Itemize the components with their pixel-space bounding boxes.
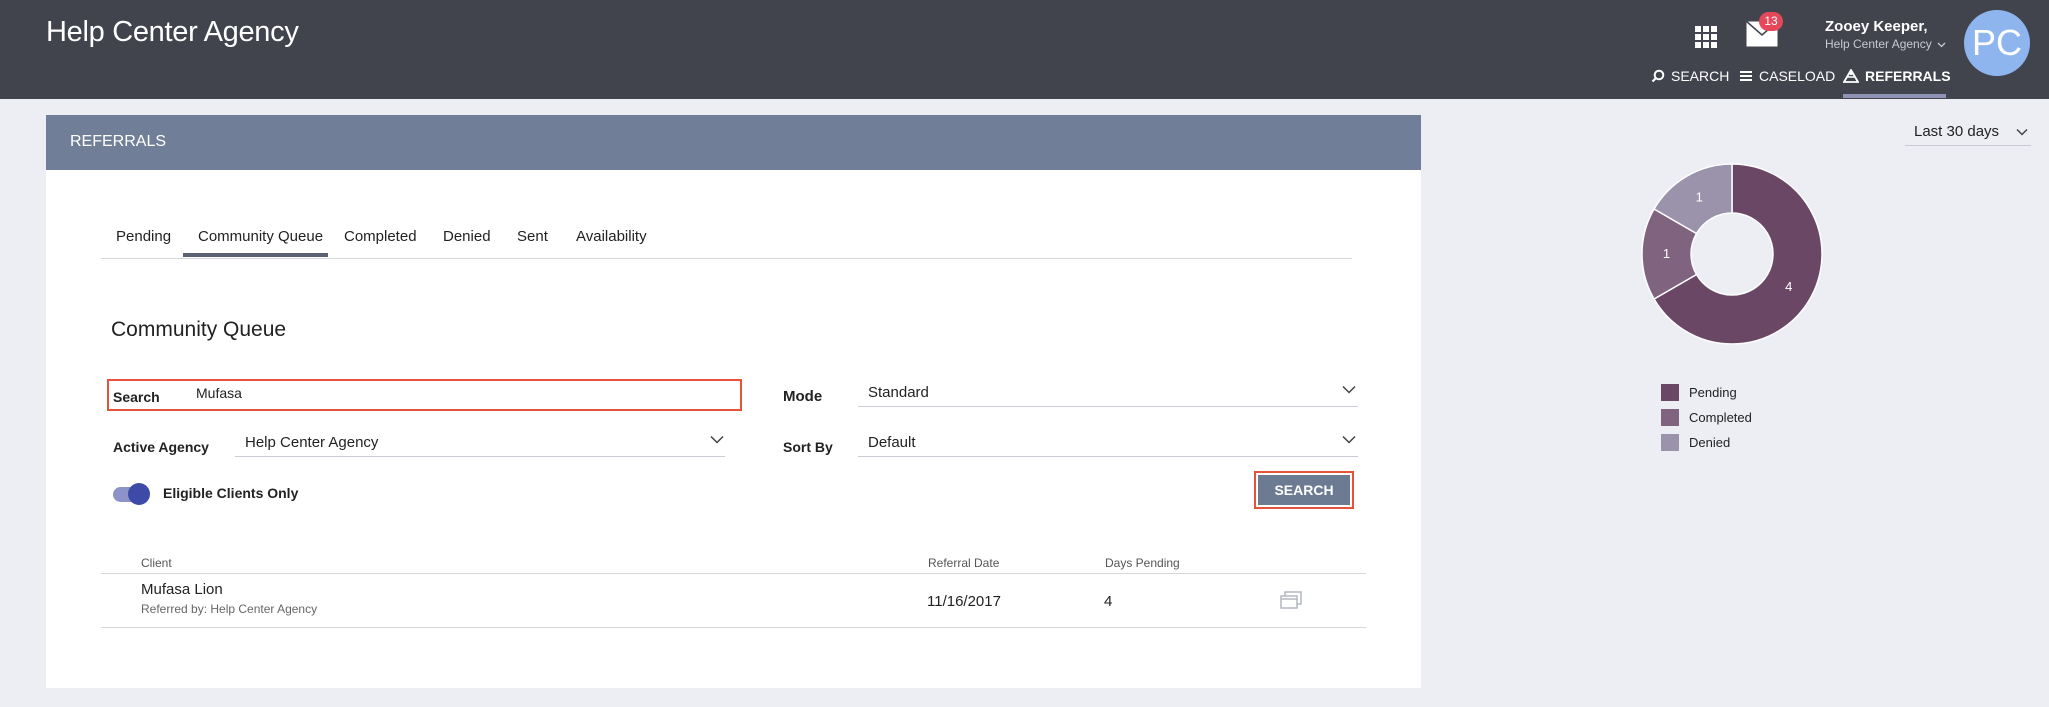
mode-underline [858, 406, 1358, 407]
column-header-client: Client [141, 556, 172, 570]
nav-active-indicator [1843, 94, 1946, 98]
eligible-label: Eligible Clients Only [163, 485, 299, 501]
legend-swatch [1661, 384, 1679, 401]
user-agency-label: Help Center Agency [1825, 37, 1932, 51]
nav-referrals[interactable]: REFERRALS [1843, 68, 1951, 84]
tab-pending[interactable]: Pending [116, 228, 171, 245]
client-name[interactable]: Mufasa Lion [141, 581, 223, 598]
eligible-toggle-knob[interactable] [128, 483, 150, 505]
donut-value-label: 1 [1663, 246, 1670, 261]
donut-value-label: 4 [1785, 279, 1792, 294]
column-header-days-pending: Days Pending [1105, 556, 1180, 570]
search-button[interactable]: SEARCH [1258, 475, 1350, 505]
tab-denied[interactable]: Denied [443, 228, 491, 245]
table-header-divider [101, 573, 1366, 574]
chevron-down-icon [1937, 42, 1946, 48]
nav-search-label: SEARCH [1671, 68, 1730, 84]
nav-caseload[interactable]: CASELOAD [1739, 68, 1835, 84]
chevron-down-icon[interactable] [710, 435, 724, 444]
table-row-divider [101, 627, 1366, 628]
search-icon [1651, 69, 1665, 83]
apps-grid-icon[interactable] [1695, 26, 1717, 48]
legend-swatch [1661, 409, 1679, 426]
chevron-down-icon[interactable] [1342, 435, 1356, 444]
legend-label: Pending [1689, 385, 1737, 400]
referrals-panel-header: REFERRALS [46, 115, 1421, 170]
sort-by-label: Sort By [783, 439, 833, 455]
tab-availability[interactable]: Availability [576, 228, 647, 245]
windows-icon[interactable] [1280, 591, 1302, 610]
legend-item-pending: Pending [1661, 384, 1737, 401]
mode-label: Mode [783, 388, 823, 405]
search-label: Search [113, 389, 160, 405]
nav-caseload-label: CASELOAD [1759, 68, 1836, 84]
list-icon [1740, 71, 1752, 81]
active-tab-indicator [183, 253, 328, 257]
sort-by-select[interactable]: Default [868, 434, 916, 451]
days-pending: 4 [1104, 593, 1113, 610]
legend-item-denied: Denied [1661, 434, 1730, 451]
legend-label: Denied [1689, 435, 1731, 450]
legend-label: Completed [1689, 410, 1752, 425]
tab-completed[interactable]: Completed [344, 228, 417, 245]
search-input[interactable]: Mufasa [196, 385, 242, 401]
date-range-value: Last 30 days [1914, 123, 2000, 140]
legend-swatch [1661, 434, 1679, 451]
top-bar: Help Center Agency 13 Zooey Keeper, Help… [0, 0, 2049, 99]
mode-select[interactable]: Standard [868, 384, 929, 401]
nav-search[interactable]: SEARCH [1651, 68, 1729, 84]
mail-count-badge: 13 [1759, 12, 1783, 31]
column-header-referral-date: Referral Date [928, 556, 1000, 570]
user-agency-dropdown[interactable]: Help Center Agency [1825, 37, 1946, 51]
tab-sent[interactable]: Sent [517, 228, 548, 245]
active-agency-label: Active Agency [113, 439, 209, 455]
tab-community-queue[interactable]: Community Queue [198, 228, 323, 245]
chevron-down-icon [2016, 128, 2028, 136]
active-agency-select[interactable]: Help Center Agency [245, 434, 378, 451]
sort-by-underline [858, 456, 1358, 457]
referrals-icon [1843, 69, 1859, 83]
user-name: Zooey Keeper, [1825, 18, 1928, 35]
nav-referrals-label: REFERRALS [1865, 68, 1951, 84]
referred-by: Referred by: Help Center Agency [141, 602, 318, 616]
panel-title: REFERRALS [70, 133, 167, 150]
referrals-donut-chart: 4 1 1 [1641, 163, 1823, 345]
legend-item-completed: Completed [1661, 409, 1752, 426]
avatar[interactable]: PC [1964, 10, 2030, 76]
chevron-down-icon[interactable] [1342, 385, 1356, 394]
date-range-select[interactable]: Last 30 days [1905, 115, 2031, 146]
donut-value-label: 1 [1696, 189, 1703, 204]
app-title: Help Center Agency [46, 16, 299, 48]
referral-date: 11/16/2017 [927, 593, 1001, 610]
active-agency-underline [235, 456, 725, 457]
section-title: Community Queue [111, 318, 287, 341]
